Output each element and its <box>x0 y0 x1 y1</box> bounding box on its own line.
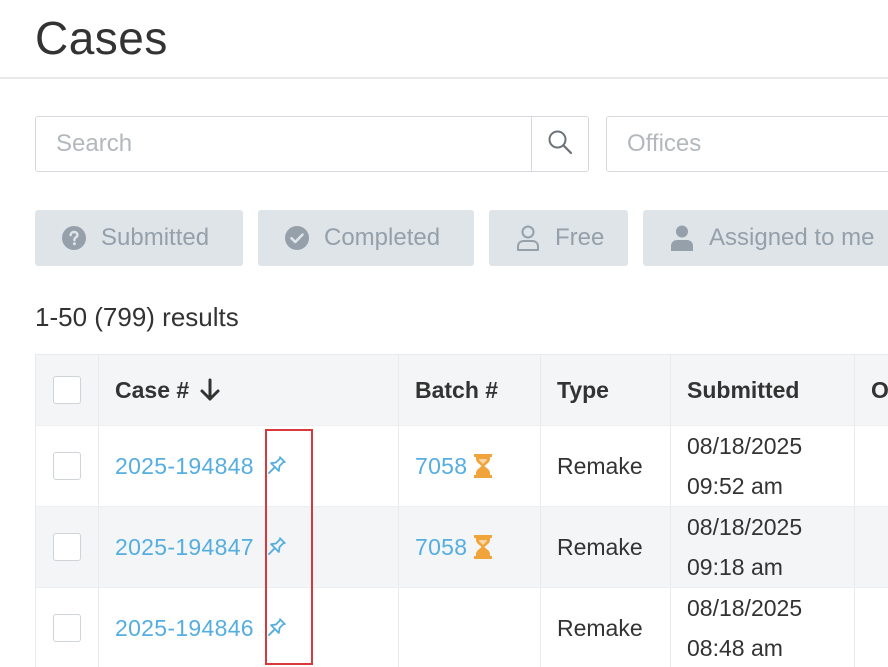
search-button[interactable] <box>531 117 588 171</box>
submitted-datetime: 08/18/2025 08:48 am <box>687 588 802 667</box>
submitted-datetime: 08/18/2025 09:18 am <box>687 507 802 587</box>
filter-label: Assigned to me <box>709 224 875 251</box>
column-header-label: Case # <box>115 376 190 403</box>
type-cell: Remake <box>541 426 671 506</box>
filter-label: Submitted <box>101 224 210 251</box>
batch-cell: 7058 <box>399 507 541 587</box>
submitted-time: 09:52 am <box>687 473 783 499</box>
column-header-other[interactable]: O <box>855 355 888 425</box>
submitted-cell: 08/18/2025 09:18 am <box>671 507 855 587</box>
offices-select[interactable]: Offices <box>606 116 888 172</box>
hourglass-icon <box>473 534 493 560</box>
case-type: Remake <box>557 452 643 479</box>
table-row: 2025-194846 Remake 08/18/2025 08:48 am <box>35 588 888 667</box>
case-cell: 2025-194847 <box>99 507 399 587</box>
case-cell: 2025-194848 <box>99 426 399 506</box>
submitted-cell: 08/18/2025 08:48 am <box>671 588 855 667</box>
header-checkbox-cell <box>35 355 99 425</box>
row-checkbox-cell <box>35 588 99 667</box>
batch-number-link[interactable]: 7058 <box>415 534 467 561</box>
filter-assigned-to-me-button[interactable]: Assigned to me <box>643 210 888 266</box>
user-outline-icon <box>516 225 540 251</box>
row-checkbox[interactable] <box>53 452 81 480</box>
case-type: Remake <box>557 614 643 641</box>
submitted-date: 08/18/2025 <box>687 433 803 459</box>
filter-label: Free <box>555 224 605 251</box>
column-header-batch[interactable]: Batch # <box>399 355 541 425</box>
case-type: Remake <box>557 533 643 560</box>
case-number-link[interactable]: 2025-194848 <box>115 453 254 480</box>
table-row: 2025-194848 7058 Remake 08/18/2025 09:52… <box>35 426 888 507</box>
other-cell <box>855 507 888 587</box>
batch-cell: 7058 <box>399 426 541 506</box>
row-checkbox-cell <box>35 426 99 506</box>
column-header-submitted[interactable]: Submitted <box>671 355 855 425</box>
arrow-down-icon <box>199 378 221 402</box>
filter-submitted-button[interactable]: Submitted <box>35 210 243 266</box>
row-checkbox[interactable] <box>53 614 81 642</box>
search-icon <box>547 129 573 160</box>
batch-cell <box>399 588 541 667</box>
filter-completed-button[interactable]: Completed <box>258 210 474 266</box>
search-group <box>35 116 589 172</box>
submitted-time: 08:48 am <box>687 635 783 661</box>
submitted-date: 08/18/2025 <box>687 595 803 621</box>
filter-label: Completed <box>324 224 441 251</box>
user-solid-icon <box>670 225 694 251</box>
case-number-link[interactable]: 2025-194847 <box>115 534 254 561</box>
column-header-case[interactable]: Case # <box>99 355 399 425</box>
row-checkbox[interactable] <box>53 533 81 561</box>
column-header-label: Batch # <box>415 376 499 403</box>
check-circle-icon <box>285 226 309 250</box>
column-header-label: Type <box>557 376 609 403</box>
row-checkbox-cell <box>35 507 99 587</box>
cases-page: Cases Offices Submitted <box>0 0 888 667</box>
type-cell: Remake <box>541 507 671 587</box>
offices-placeholder: Offices <box>627 130 702 157</box>
results-count: 1-50 (799) results <box>35 302 239 332</box>
submitted-cell: 08/18/2025 09:52 am <box>671 426 855 506</box>
filter-free-button[interactable]: Free <box>489 210 628 266</box>
pin-icon[interactable] <box>264 535 288 559</box>
table-header-row: Case # Batch # Type Submitted O <box>35 354 888 426</box>
column-header-label: O <box>871 376 888 403</box>
pin-icon[interactable] <box>264 454 288 478</box>
submitted-datetime: 08/18/2025 09:52 am <box>687 426 802 506</box>
table-row: 2025-194847 7058 Remake 08/18/2025 09:18… <box>35 507 888 588</box>
batch-number-link[interactable]: 7058 <box>415 453 467 480</box>
question-circle-icon <box>62 226 86 250</box>
other-cell <box>855 588 888 667</box>
submitted-time: 09:18 am <box>687 554 783 580</box>
hourglass-icon <box>473 453 493 479</box>
select-all-checkbox[interactable] <box>53 376 81 404</box>
case-number-link[interactable]: 2025-194846 <box>115 615 254 642</box>
case-cell: 2025-194846 <box>99 588 399 667</box>
cases-table: Case # Batch # Type Submitted O 2025-194… <box>35 354 888 667</box>
pin-icon[interactable] <box>264 616 288 640</box>
other-cell <box>855 426 888 506</box>
type-cell: Remake <box>541 588 671 667</box>
header-divider <box>0 77 888 79</box>
column-header-label: Submitted <box>687 376 800 403</box>
column-header-type[interactable]: Type <box>541 355 671 425</box>
submitted-date: 08/18/2025 <box>687 514 803 540</box>
search-input[interactable] <box>36 117 531 171</box>
page-title: Cases <box>35 12 168 64</box>
